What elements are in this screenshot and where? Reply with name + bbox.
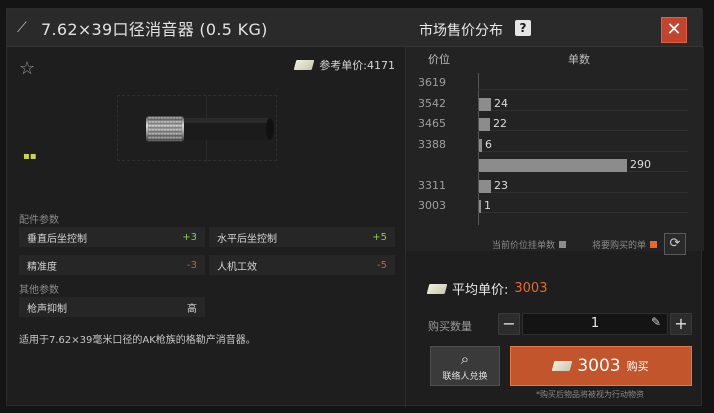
search-icon: ⌕ xyxy=(460,350,470,368)
reference-price-label: 参考单价: xyxy=(319,59,367,72)
count-value-label: 290 xyxy=(630,158,651,171)
mark-dots-icon: ▪▪ xyxy=(23,151,37,162)
stat-horizontal-recoil: 水平后坐控制 +5 xyxy=(209,227,395,247)
count-value-label: 23 xyxy=(494,178,508,192)
rifle-icon: ⟋ xyxy=(17,20,27,36)
price-tick-label: 3311 xyxy=(418,178,446,192)
legend-buy-label: 将要购买的单 xyxy=(592,241,647,251)
legend-buy: 将要购买的单 xyxy=(592,238,658,251)
cash-icon xyxy=(293,60,315,70)
count-bar xyxy=(479,179,491,193)
stat-value: -5 xyxy=(377,259,387,271)
count-bar xyxy=(479,118,490,131)
help-icon[interactable]: ? xyxy=(515,20,531,36)
stat-accuracy: 精准度 -3 xyxy=(19,255,205,275)
attachment-params-label: 配件参数 xyxy=(19,215,59,226)
stat-label: 人机工效 xyxy=(217,261,257,273)
stat-label: 水平后坐控制 xyxy=(217,233,277,245)
close-button[interactable]: ✕ xyxy=(661,17,687,43)
contact-exchange-label: 联络人兑换 xyxy=(442,372,488,382)
price-tick-label: 3003 xyxy=(418,199,446,212)
chart-grid-line xyxy=(478,130,688,131)
quantity-label: 购买数量 xyxy=(428,320,472,333)
cash-icon xyxy=(426,283,448,294)
title-wrap: ⟋ 7.62×39口径消音器 (0.5 KG) xyxy=(17,16,268,40)
chart-grid-line xyxy=(478,89,688,90)
stat-value: 高 xyxy=(187,303,197,315)
average-price-label: 平均单价: xyxy=(452,283,509,298)
refresh-button[interactable]: ⟳ xyxy=(664,233,686,255)
window-header: ⟋ 7.62×39口径消音器 (0.5 KG) 市场售价分布 ? ✕ xyxy=(7,9,703,47)
item-info-panel: ☆ 参考单价: 4171 ▪▪ 配件参数 垂直后坐控制 +3 水平后坐控制 +5… xyxy=(7,47,405,407)
price-tick-label: 3465 xyxy=(418,117,446,130)
buy-label: 购买 xyxy=(626,360,649,373)
price-tick-label: 3388 xyxy=(418,137,446,151)
stat-ergonomics: 人机工效 -5 xyxy=(209,255,395,275)
price-tick-label: 3619 xyxy=(418,76,446,89)
pencil-icon[interactable]: ✎ xyxy=(651,315,665,331)
item-purchase-window: ⟋ 7.62×39口径消音器 (0.5 KG) 市场售价分布 ? ✕ ☆ 参考单… xyxy=(6,8,704,407)
count-value-label: 24 xyxy=(494,96,508,110)
market-distribution-title: 市场售价分布 xyxy=(419,23,503,39)
chart-grid-line xyxy=(478,212,688,213)
chart-grid-line xyxy=(478,150,688,152)
legend-current-label: 当前价位挂单数 xyxy=(492,241,556,251)
reference-price: 参考单价: 4171 xyxy=(293,57,395,73)
reference-price-value: 4171 xyxy=(367,58,395,72)
contact-exchange-button[interactable]: ⌕ 联络人兑换 xyxy=(430,346,500,386)
average-price: 平均单价: 3003 xyxy=(426,279,548,298)
stat-label: 精准度 xyxy=(27,261,57,273)
count-column-header: 单数 xyxy=(568,53,590,66)
count-bar xyxy=(479,138,482,152)
item-title: 7.62×39口径消音器 (0.5 KG) xyxy=(41,20,268,39)
buy-price: 3003 xyxy=(577,356,621,376)
stat-value: -3 xyxy=(187,259,197,271)
price-column-header: 价位 xyxy=(428,53,450,66)
other-params-label: 其他参数 xyxy=(19,285,59,296)
stat-value: +5 xyxy=(372,231,387,243)
buy-button[interactable]: 3003 购买 xyxy=(510,346,692,386)
price-distribution-chart: 价位 单数 3619 3542 24 3465 22 3388 6 290 3311 23 3003… xyxy=(406,47,704,255)
stat-label: 枪声抑制 xyxy=(27,303,67,315)
cash-icon xyxy=(552,361,573,371)
legend-buy-swatch xyxy=(650,241,658,248)
quantity-input[interactable]: 1 xyxy=(522,313,668,335)
chart-grid-line xyxy=(478,109,688,111)
quantity-plus-button[interactable]: + xyxy=(670,313,692,335)
chart-grid-line xyxy=(478,191,688,193)
item-preview xyxy=(117,95,277,162)
count-value-label: 6 xyxy=(485,137,492,151)
price-tick-label: 3542 xyxy=(418,96,446,110)
count-bar xyxy=(479,200,481,213)
stat-sound-suppression: 枪声抑制 高 xyxy=(19,297,205,317)
count-bar xyxy=(479,159,627,172)
buy-note: *购买后物品将被视为行动物资 xyxy=(536,390,644,399)
count-value-label: 22 xyxy=(493,117,507,130)
legend-current-swatch xyxy=(559,241,567,248)
quantity-minus-button[interactable]: − xyxy=(498,313,520,335)
stat-value: +3 xyxy=(182,231,197,243)
stat-label: 垂直后坐控制 xyxy=(27,233,87,245)
legend-current: 当前价位挂单数 xyxy=(492,238,567,251)
count-value-label: 1 xyxy=(484,199,491,212)
market-panel: 价位 单数 3619 3542 24 3465 22 3388 6 290 3311 23 3003… xyxy=(405,47,704,407)
count-bar xyxy=(479,97,491,111)
average-price-value: 3003 xyxy=(514,281,548,296)
stat-vertical-recoil: 垂直后坐控制 +3 xyxy=(19,227,205,247)
item-description: 适用于7.62×39毫米口径的AK枪族的格勒产消音器。 xyxy=(19,335,256,346)
favorite-star-icon[interactable]: ☆ xyxy=(19,59,39,79)
suppressor-image xyxy=(146,116,274,142)
